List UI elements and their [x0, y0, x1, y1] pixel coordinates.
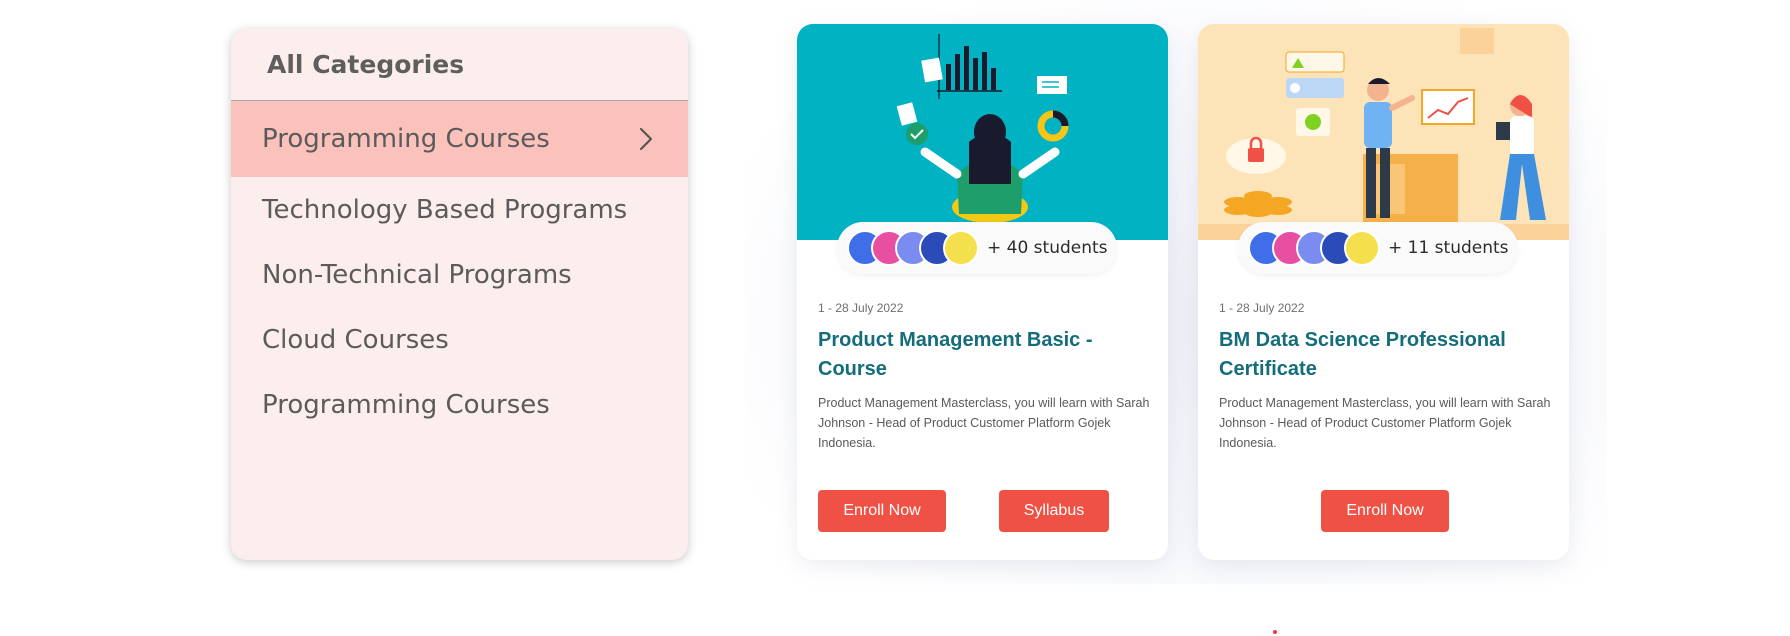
category-item-non-technical-programs[interactable]: Non-Technical Programs [231, 242, 688, 307]
category-list: Programming Courses Technology Based Pro… [231, 101, 688, 437]
students-count: + 11 students [1388, 238, 1509, 258]
decorative-dot [1273, 630, 1277, 634]
data-science-team-illustration [1198, 24, 1569, 240]
category-item-programming-courses-2[interactable]: Programming Courses [231, 372, 688, 437]
category-label: Non-Technical Programs [262, 259, 572, 290]
students-badge: + 40 students [837, 222, 1117, 274]
category-label: Technology Based Programs [262, 194, 628, 225]
course-card: + 40 students 1 - 28 July 2022 Product M… [797, 24, 1168, 560]
avatar [943, 230, 979, 266]
course-description: Product Management Masterclass, you will… [818, 396, 1150, 450]
students-count: + 40 students [987, 238, 1108, 258]
course-date: 1 - 28 July 2022 [1219, 301, 1305, 315]
syllabus-button[interactable]: Syllabus [999, 490, 1109, 532]
course-title[interactable]: Product Management Basic - Course [818, 326, 1148, 384]
category-label: Programming Courses [262, 124, 550, 154]
enroll-now-button[interactable]: Enroll Now [1321, 490, 1449, 532]
course-title[interactable]: BM Data Science Professional Certificate [1219, 326, 1549, 384]
sidebar-title: All Categories [231, 29, 688, 101]
avatar-group [847, 230, 979, 266]
course-card: + 11 students 1 - 28 July 2022 BM Data S… [1198, 24, 1569, 560]
category-item-cloud-courses[interactable]: Cloud Courses [231, 307, 688, 372]
chevron-right-icon [634, 127, 658, 151]
course-description: Product Management Masterclass, you will… [1219, 396, 1551, 450]
avatar [1344, 230, 1380, 266]
course-date: 1 - 28 July 2022 [818, 301, 904, 315]
category-label: Programming Courses [262, 389, 550, 420]
enroll-now-button[interactable]: Enroll Now [818, 490, 946, 532]
category-label: Cloud Courses [262, 324, 449, 355]
avatar-group [1248, 230, 1380, 266]
category-item-programming-courses[interactable]: Programming Courses [231, 101, 688, 177]
students-badge: + 11 students [1238, 222, 1518, 274]
category-item-technology-based-programs[interactable]: Technology Based Programs [231, 177, 688, 242]
meditation-analytics-illustration [797, 24, 1168, 240]
category-sidebar: All Categories Programming Courses Techn… [231, 29, 688, 560]
